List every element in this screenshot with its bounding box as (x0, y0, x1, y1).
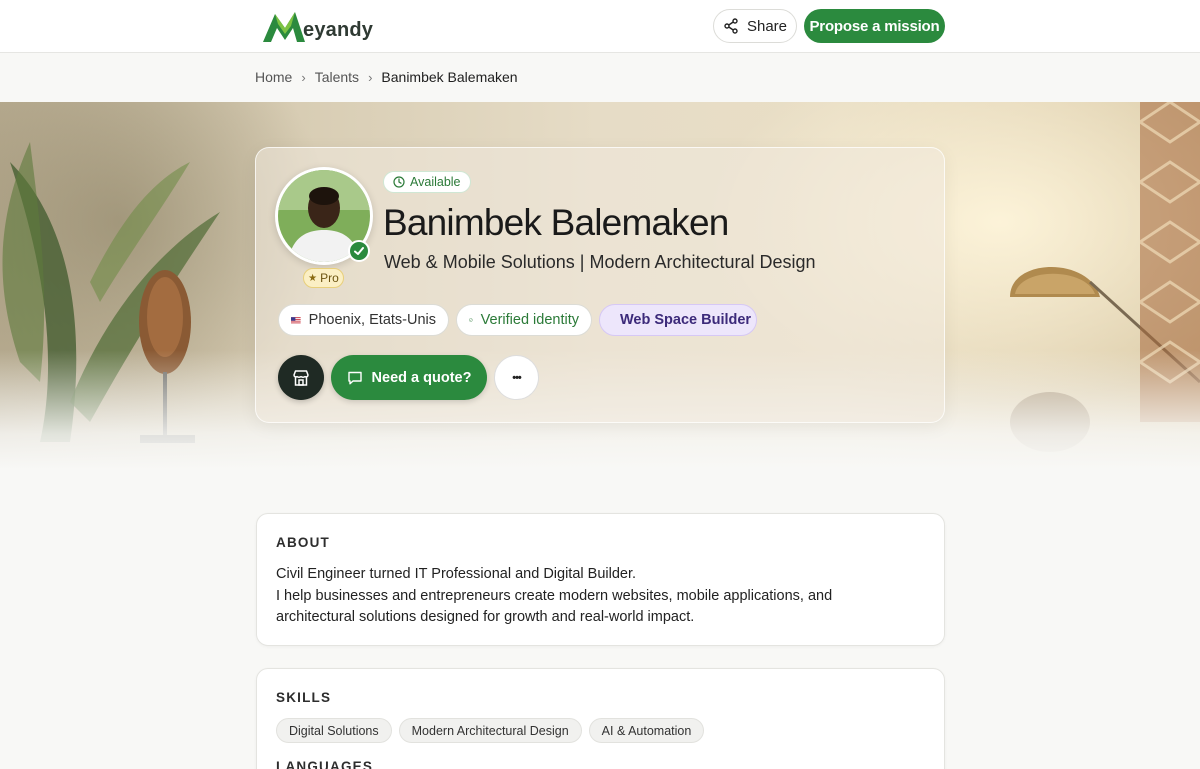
verified-check-icon (348, 240, 370, 262)
need-a-quote-button[interactable]: Need a quote? (331, 355, 487, 400)
share-label: Share (746, 17, 788, 35)
about-line: Civil Engineer turned IT Professional an… (276, 566, 637, 582)
storefront-icon (293, 369, 309, 386)
pro-badge-label: Pro (320, 271, 339, 285)
skills-section: SKILLS Digital Solutions Modern Architec… (256, 668, 945, 769)
check-circle-icon (469, 318, 473, 322)
breadcrumb-current: Banimbek Balemaken (381, 69, 518, 85)
more-options-button[interactable]: ••• (494, 355, 539, 400)
breadcrumb-talents[interactable]: Talents (315, 69, 359, 85)
verified-identity-chip: Verified identity (456, 304, 592, 336)
chevron-right-icon: › (301, 69, 306, 85)
web-space-builder-chip[interactable]: Web Space Builder (599, 304, 757, 336)
logo-text: eyandy (303, 18, 374, 41)
skill-tag: Digital Solutions (276, 718, 392, 743)
availability-badge: Available (383, 171, 471, 193)
chevron-right-icon: › (368, 69, 373, 85)
storefront-button[interactable] (278, 355, 324, 400)
about-text: Civil Engineer turned IT Professional an… (276, 564, 896, 629)
clock-icon (393, 176, 405, 188)
verified-identity-label: Verified identity (480, 312, 579, 328)
about-line: I help businesses and entrepreneurs crea… (276, 587, 833, 626)
about-title: ABOUT (276, 535, 330, 550)
location-label: Phoenix, Etats-Unis (308, 312, 436, 328)
us-flag-icon (291, 316, 301, 324)
skills-title: SKILLS (276, 690, 332, 705)
web-space-builder-label: Web Space Builder (620, 312, 752, 328)
share-icon (724, 18, 738, 34)
breadcrumb-home[interactable]: Home (255, 69, 292, 85)
top-navbar: eyandy Share Propose a mission (0, 0, 1200, 53)
meyandy-logo[interactable]: eyandy (261, 6, 373, 46)
profile-tagline: Web & Mobile Solutions | Modern Architec… (384, 252, 816, 272)
need-a-quote-label: Need a quote? (371, 369, 472, 386)
skill-tag: Modern Architectural Design (398, 718, 582, 743)
breadcrumb: Home › Talents › Banimbek Balemaken (255, 69, 518, 85)
skill-tag-list: Digital Solutions Modern Architectural D… (276, 718, 705, 743)
propose-mission-button[interactable]: Propose a mission (804, 9, 945, 43)
skill-tag: AI & Automation (588, 718, 705, 743)
profile-name: Banimbek Balemaken (383, 202, 729, 243)
message-icon (347, 371, 362, 384)
logo-m-icon (263, 12, 305, 42)
about-section: ABOUT Civil Engineer turned IT Professio… (256, 513, 945, 646)
languages-title: LANGUAGES (276, 759, 374, 769)
share-button[interactable]: Share (713, 9, 797, 43)
pro-badge: ★ Pro (303, 268, 344, 288)
star-icon: ★ (308, 272, 318, 284)
more-dots-icon: ••• (512, 371, 522, 384)
availability-label: Available (410, 175, 461, 189)
location-chip: Phoenix, Etats-Unis (278, 304, 449, 336)
